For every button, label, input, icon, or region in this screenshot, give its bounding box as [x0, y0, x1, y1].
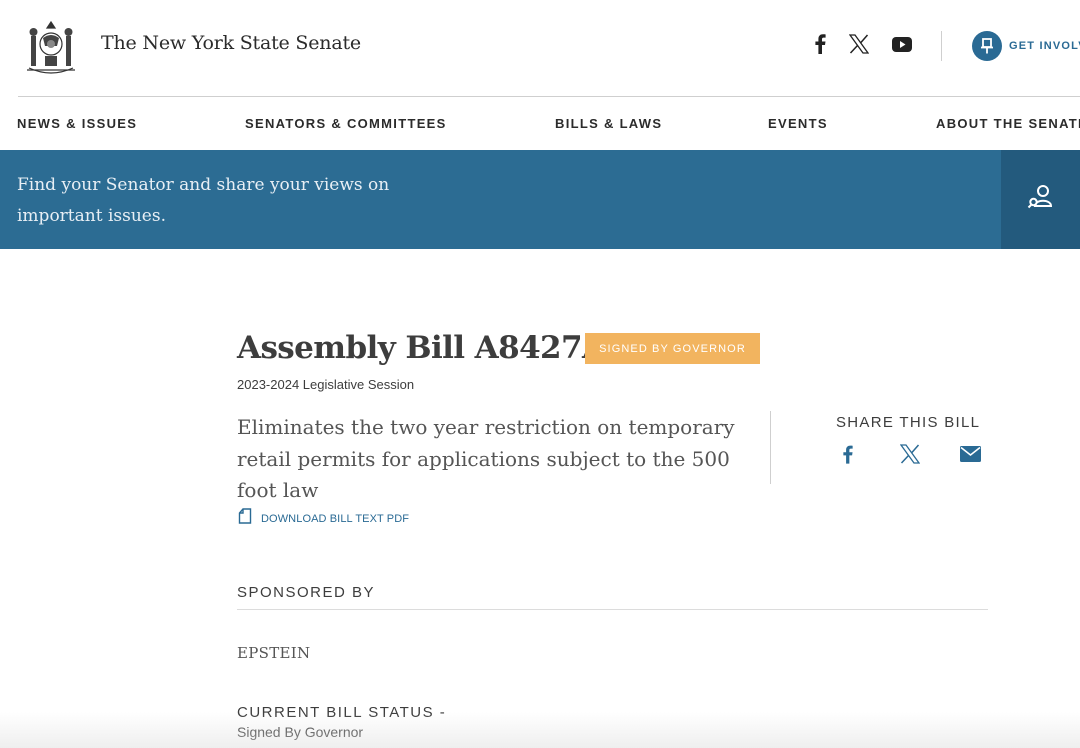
legislative-session: 2023-2024 Legislative Session: [237, 377, 415, 392]
nav-item-senators-committees[interactable]: SENATORS & COMMITTEES: [245, 116, 447, 131]
share-email-icon[interactable]: [958, 443, 982, 465]
nav-item-events[interactable]: EVENTS: [768, 116, 828, 131]
nav-item-news-issues[interactable]: NEWS & ISSUES: [17, 116, 137, 131]
pushpin-icon: [972, 31, 1002, 61]
find-senator-banner: Find your Senator and share your views o…: [0, 150, 1080, 249]
status-badge: SIGNED BY GOVERNOR: [585, 333, 760, 364]
bill-summary: Eliminates the two year restriction on t…: [237, 415, 735, 502]
youtube-icon[interactable]: [890, 30, 914, 58]
nav-item-about-senate[interactable]: ABOUT THE SENATE: [936, 116, 1080, 131]
find-senator-button[interactable]: [1001, 150, 1080, 249]
document-icon: [238, 508, 252, 529]
get-involved-link[interactable]: GET INVOLVED: [972, 31, 1080, 61]
x-icon[interactable]: [846, 30, 872, 58]
sponsor-name[interactable]: EPSTEIN: [237, 644, 310, 662]
header-divider: [941, 31, 942, 61]
sponsored-by-heading: SPONSORED BY: [237, 584, 376, 601]
site-header: The New York State Senate GET INVOLVED: [0, 0, 1080, 96]
bottom-shade: [0, 712, 1080, 748]
download-label: DOWNLOAD BILL TEXT PDF: [261, 512, 410, 525]
sponsor-rule: [237, 609, 988, 610]
main-nav: NEWS & ISSUES SENATORS & COMMITTEES BILL…: [0, 97, 1080, 150]
download-bill-pdf-link[interactable]: DOWNLOAD BILL TEXT PDF: [238, 508, 409, 529]
get-involved-label: GET INVOLVED: [1009, 40, 1080, 52]
current-status-heading: CURRENT BILL STATUS -: [237, 704, 447, 721]
site-title[interactable]: The New York State Senate: [101, 32, 361, 54]
share-facebook-icon[interactable]: [840, 443, 856, 465]
bill-title: Assembly Bill A8427A: [237, 330, 606, 366]
current-status-value: Signed By Governor: [237, 724, 364, 740]
state-seal-logo[interactable]: [19, 16, 83, 78]
share-title: SHARE THIS BILL: [836, 414, 981, 431]
nav-item-bills-laws[interactable]: BILLS & LAWS: [555, 116, 662, 131]
find-senator-icon: [1027, 184, 1055, 215]
share-divider: [770, 411, 771, 484]
facebook-icon[interactable]: [810, 30, 830, 58]
banner-text: Find your Senator and share your views o…: [17, 175, 390, 226]
share-x-icon[interactable]: [898, 443, 922, 465]
